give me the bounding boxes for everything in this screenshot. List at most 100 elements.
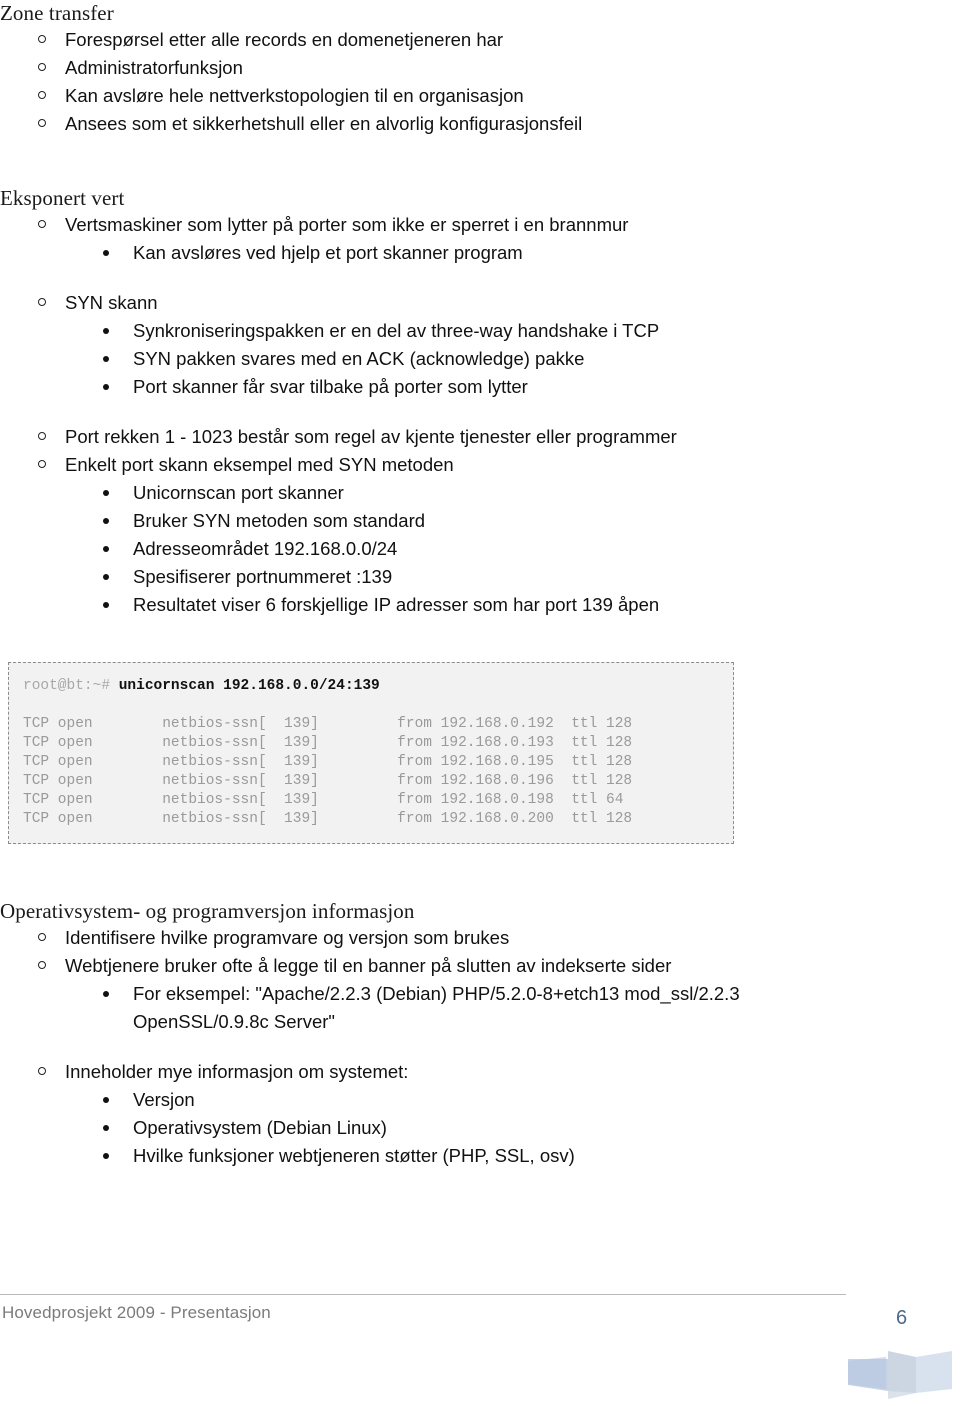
- list-item: Vertsmaskiner som lytter på porter som i…: [0, 211, 960, 239]
- list-item-label: Spesifiserer portnummeret :139: [133, 566, 393, 587]
- section-heading: Zone transfer: [0, 1, 114, 25]
- list-item-label: Forespørsel etter alle records en domene…: [65, 29, 504, 50]
- list-item: Bruker SYN metoden som standard: [0, 507, 960, 535]
- circle-bullet-icon: [38, 35, 46, 43]
- list-item: Hvilke funksjoner webtjeneren støtter (P…: [0, 1142, 960, 1170]
- list-item: Enkelt port skann eksempel med SYN metod…: [0, 451, 960, 479]
- list-item-label: Port skanner får svar tilbake på porter …: [133, 376, 528, 397]
- list-item: Versjon: [0, 1086, 960, 1114]
- list-item-label: Identifisere hvilke programvare og versj…: [65, 927, 510, 948]
- bullet-list-level2: Synkroniseringspakken er en del av three…: [0, 317, 960, 401]
- section-heading: Operativsystem- og programversjon inform…: [0, 899, 415, 923]
- list-item: Unicornscan port skanner: [0, 479, 960, 507]
- list-item: SYN pakken svares med en ACK (acknowledg…: [0, 345, 960, 373]
- list-item: For eksempel: "Apache/2.2.3 (Debian) PHP…: [0, 980, 960, 1036]
- list-item: Inneholder mye informasjon om systemet:: [0, 1058, 960, 1086]
- terminal-prompt: root@bt:~#: [23, 678, 119, 694]
- bullet-list-level2: Unicornscan port skanner Bruker SYN meto…: [0, 479, 960, 619]
- list-item: Identifisere hvilke programvare og versj…: [0, 924, 960, 952]
- list-item-label: Hvilke funksjoner webtjeneren støtter (P…: [133, 1145, 575, 1166]
- terminal-row: TCP open netbios-ssn[ 139] from 192.168.…: [23, 754, 633, 770]
- bullet-list-level1: Forespørsel etter alle records en domene…: [0, 26, 960, 138]
- list-item-label: Kan avsløres ved hjelp et port skanner p…: [133, 242, 523, 263]
- dot-bullet-icon: [103, 1097, 109, 1103]
- dot-bullet-icon: [103, 490, 109, 496]
- terminal-row: TCP open netbios-ssn[ 139] from 192.168.…: [23, 811, 633, 827]
- list-item-label: Enkelt port skann eksempel med SYN metod…: [65, 454, 454, 475]
- list-item: Resultatet viser 6 forskjellige IP adres…: [0, 591, 960, 619]
- list-item: SYN skann: [0, 289, 960, 317]
- list-item: Adresseområdet 192.168.0.0/24: [0, 535, 960, 563]
- list-item-label: Port rekken 1 - 1023 består som regel av…: [65, 426, 677, 447]
- terminal-row: TCP open netbios-ssn[ 139] from 192.168.…: [23, 792, 624, 808]
- list-item-label: SYN skann: [65, 292, 158, 313]
- list-item-label: Administratorfunksjon: [65, 57, 243, 78]
- terminal-command-line: root@bt:~# unicornscan 192.168.0.0/24:13…: [23, 677, 733, 696]
- list-item: Kan avsløre hele nettverkstopologien til…: [0, 82, 960, 110]
- dot-bullet-icon: [103, 574, 109, 580]
- dot-bullet-icon: [103, 546, 109, 552]
- terminal-command: unicornscan 192.168.0.0/24:139: [118, 678, 380, 694]
- slide-page: Zone transfer Forespørsel etter alle rec…: [0, 0, 960, 1405]
- dot-bullet-icon: [103, 328, 109, 334]
- terminal-row: TCP open netbios-ssn[ 139] from 192.168.…: [23, 773, 633, 789]
- circle-bullet-icon: [38, 91, 46, 99]
- list-item-label: Inneholder mye informasjon om systemet:: [65, 1061, 409, 1082]
- dot-bullet-icon: [103, 384, 109, 390]
- list-item: Administratorfunksjon: [0, 54, 960, 82]
- section-heading: Eksponert vert: [0, 186, 125, 210]
- circle-bullet-icon: [38, 961, 46, 969]
- list-item: Port rekken 1 - 1023 består som regel av…: [0, 423, 960, 451]
- bullet-list-level1: Identifisere hvilke programvare og versj…: [0, 924, 960, 980]
- bullet-list-level2: Versjon Operativsystem (Debian Linux) Hv…: [0, 1086, 960, 1170]
- list-item-label: Versjon: [133, 1089, 195, 1110]
- list-item: Synkroniseringspakken er en del av three…: [0, 317, 960, 345]
- list-item-label: Resultatet viser 6 forskjellige IP adres…: [133, 594, 660, 615]
- list-item: Forespørsel etter alle records en domene…: [0, 26, 960, 54]
- circle-bullet-icon: [38, 460, 46, 468]
- circle-bullet-icon: [38, 298, 46, 306]
- terminal-row: TCP open netbios-ssn[ 139] from 192.168.…: [23, 716, 633, 732]
- list-item: Spesifiserer portnummeret :139: [0, 563, 960, 591]
- list-item-label: Adresseområdet 192.168.0.0/24: [133, 538, 398, 559]
- dot-bullet-icon: [103, 1153, 109, 1159]
- dot-bullet-icon: [103, 1125, 109, 1131]
- circle-bullet-icon: [38, 933, 46, 941]
- section-zone-transfer: Zone transfer Forespørsel etter alle rec…: [0, 0, 960, 138]
- dot-bullet-icon: [103, 991, 109, 997]
- circle-bullet-icon: [38, 220, 46, 228]
- terminal-output-block: root@bt:~# unicornscan 192.168.0.0/24:13…: [0, 662, 960, 844]
- list-item-label: SYN pakken svares med en ACK (acknowledg…: [133, 348, 585, 369]
- list-item: Webtjenere bruker ofte å legge til en ba…: [0, 952, 960, 980]
- list-item-label: Unicornscan port skanner: [133, 482, 344, 503]
- bullet-list-level1: Inneholder mye informasjon om systemet:: [0, 1058, 960, 1086]
- dot-bullet-icon: [103, 356, 109, 362]
- section-operativsystem-informasjon: Operativsystem- og programversjon inform…: [0, 898, 960, 1170]
- footer-divider: [0, 1294, 846, 1295]
- list-item-label: Synkroniseringspakken er en del av three…: [133, 320, 660, 341]
- list-item: Ansees som et sikkerhetshull eller en al…: [0, 110, 960, 138]
- dot-bullet-icon: [103, 518, 109, 524]
- circle-bullet-icon: [38, 63, 46, 71]
- footer-title: Hovedprosjekt 2009 - Presentasjon: [2, 1303, 271, 1322]
- list-item-label: Vertsmaskiner som lytter på porter som i…: [65, 214, 629, 235]
- list-item-label: Bruker SYN metoden som standard: [133, 510, 426, 531]
- circle-bullet-icon: [38, 1067, 46, 1075]
- dot-bullet-icon: [103, 602, 109, 608]
- dot-bullet-icon: [103, 250, 109, 256]
- list-item-label: Ansees som et sikkerhetshull eller en al…: [65, 113, 583, 134]
- list-item-label: For eksempel: "Apache/2.2.3 (Debian) PHP…: [133, 983, 740, 1004]
- section-eksponert-vert: Eksponert vert Vertsmaskiner som lytter …: [0, 185, 960, 619]
- list-item: Kan avsløres ved hjelp et port skanner p…: [0, 239, 960, 267]
- list-item-label: Webtjenere bruker ofte å legge til en ba…: [65, 955, 672, 976]
- bullet-list-level1: Port rekken 1 - 1023 består som regel av…: [0, 423, 960, 479]
- list-item: Operativsystem (Debian Linux): [0, 1114, 960, 1142]
- bullet-list-level2: For eksempel: "Apache/2.2.3 (Debian) PHP…: [0, 980, 960, 1036]
- list-item-label: Operativsystem (Debian Linux): [133, 1117, 387, 1138]
- bullet-list-level1: SYN skann: [0, 289, 960, 317]
- company-logo-icon: [848, 1343, 956, 1401]
- terminal-window: root@bt:~# unicornscan 192.168.0.0/24:13…: [8, 662, 734, 844]
